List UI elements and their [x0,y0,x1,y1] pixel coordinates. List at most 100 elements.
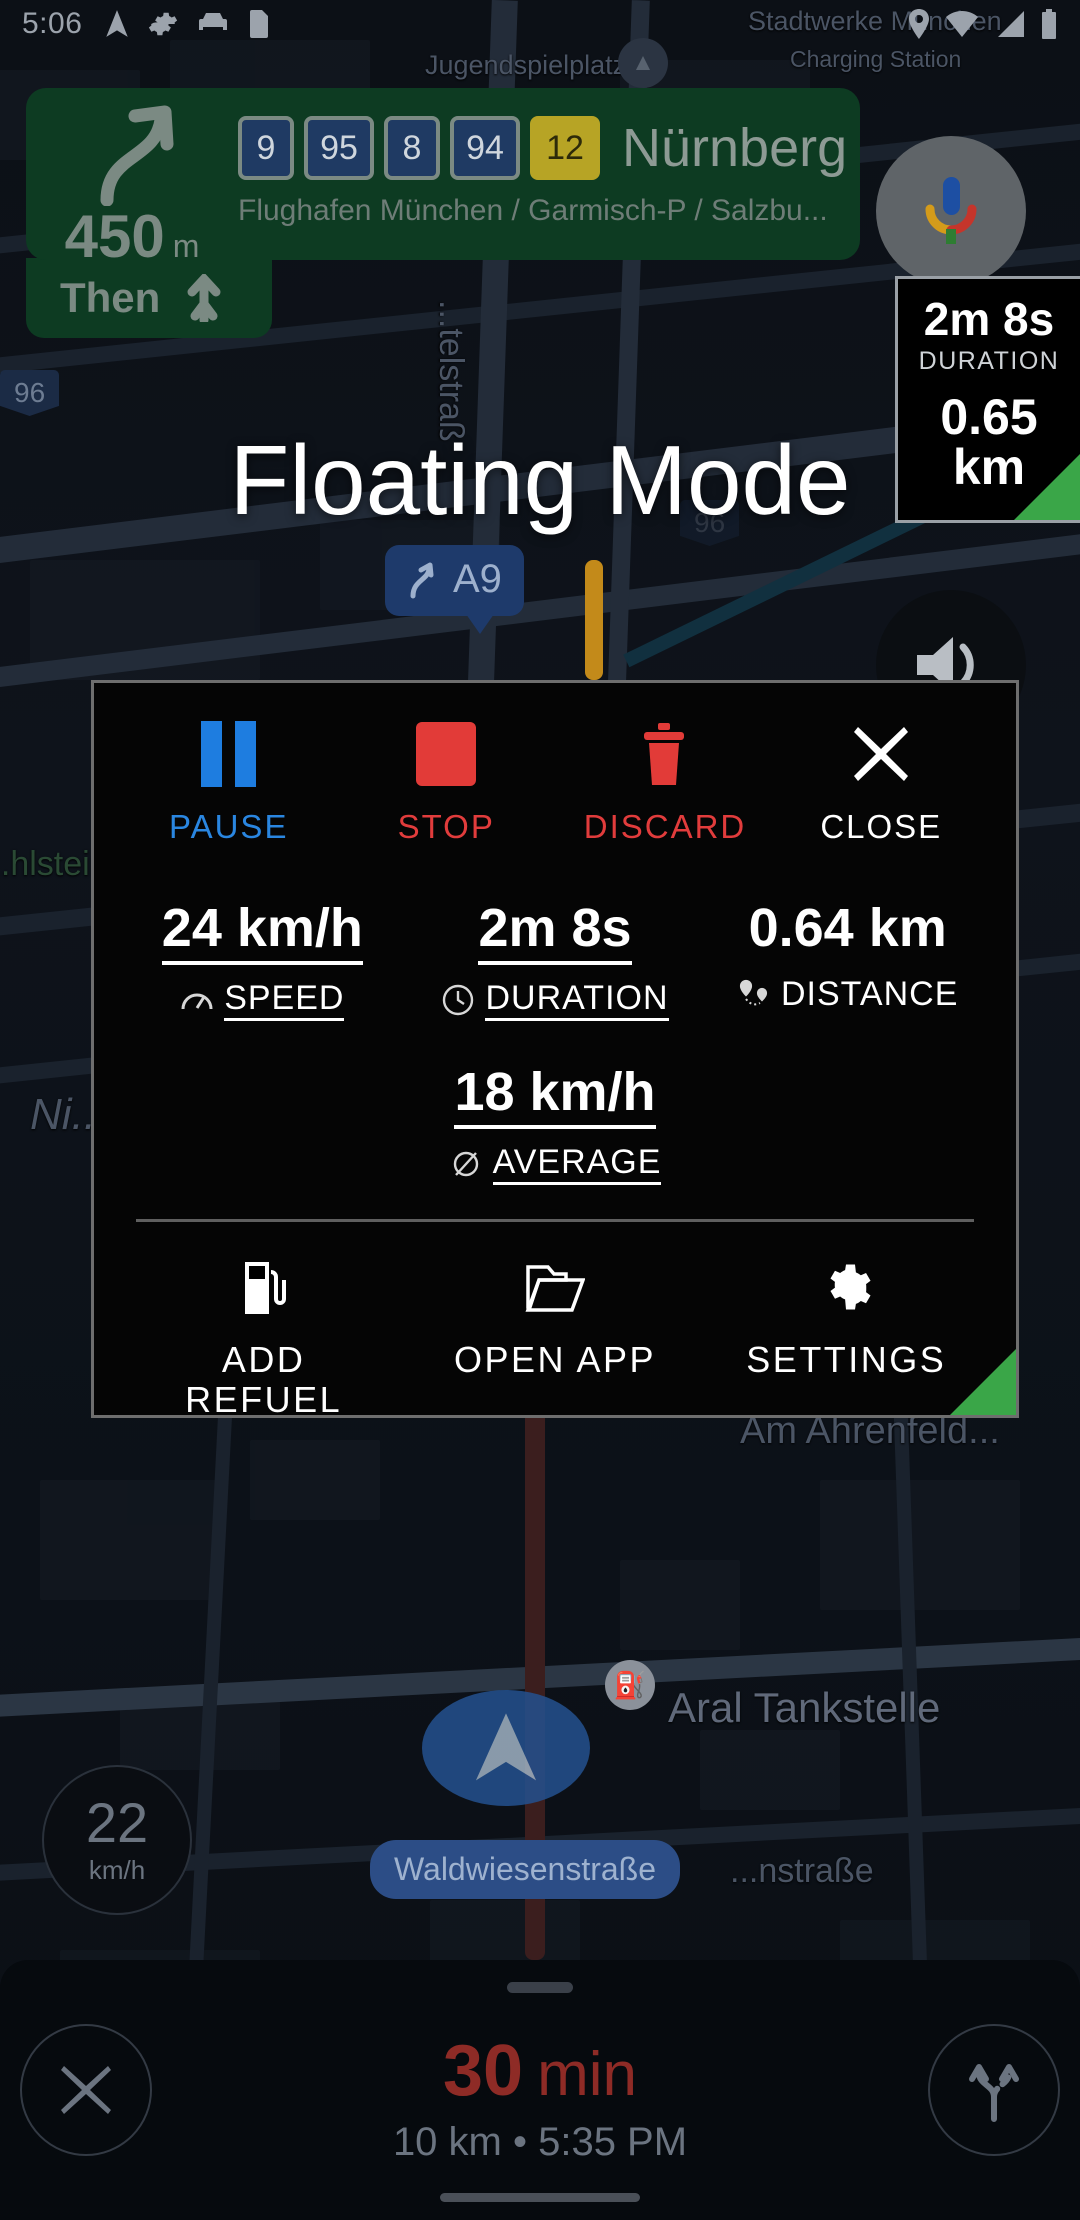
stat-distance: 0.64 km DISTANCE [701,897,994,1021]
then-label: Then [60,274,161,321]
route-path-upper [585,560,603,680]
phone-screen: 96 96 A9 Jugendspielplatz ▲ Stadtwerke M… [0,0,1080,2220]
settings-label: SETTINGS [746,1338,947,1380]
status-bar-clock: 5:06 [22,7,83,40]
stat-average: 18 km/h AVERAGE [94,1061,1016,1185]
fuel-pump-icon [242,1256,286,1318]
distance-value: 450 [64,203,165,270]
speed-label: SPEED [224,979,345,1021]
dialog-recording-corner [950,1349,1016,1415]
wifi-icon [946,11,978,37]
gear-icon [149,12,178,36]
signal-icon [998,11,1024,37]
open-app-button[interactable]: OPEN APP [409,1256,700,1415]
navigation-arrow-icon [106,10,129,37]
widget-duration-value: 2m 8s [923,293,1055,345]
status-bar-right-icons [908,9,1058,39]
vehicle-position-marker [422,1690,590,1806]
system-navigation-pill[interactable] [440,2193,640,2202]
gear-icon [819,1256,873,1318]
speedometer-icon [180,983,214,1017]
settings-button[interactable]: SETTINGS [701,1256,992,1415]
eta-unit: min [537,2039,637,2109]
map-label-aral: Aral Tankstelle [668,1684,941,1731]
car-icon [199,13,228,30]
pause-button-label: PAUSE [169,808,289,845]
map-label-jugendspielplatz: Jugendspielplatz [425,50,627,80]
pause-button[interactable]: PAUSE [120,721,338,845]
sub-destination: Flughafen München / Garmisch-P / Salzbu.… [238,194,828,227]
route-shield-exit: 12 [530,116,600,180]
navigation-banner[interactable]: 450 m 9 95 8 94 12 Nürnberg Flughafen Mü… [26,88,860,270]
exit-navigation-button[interactable] [20,2024,152,2156]
sd-card-icon [250,10,269,38]
assistant-mic-icon [925,177,977,244]
sheet-grabber[interactable] [507,1982,573,1993]
dialog-action-row: PAUSE STOP DISCARD CLOSE [94,683,1016,845]
eta-block[interactable]: 30 min 10 km • 5:35 PM [152,2016,928,2165]
close-button-label: CLOSE [820,808,943,845]
clock-icon [441,983,475,1017]
destination-block: 9 95 8 94 12 Nürnberg Flughafen München … [238,102,860,228]
current-speed-unit: km/h [88,1854,146,1885]
current-speed-badge: 22 km/h [42,1765,192,1915]
turn-right-merge-icon [100,105,174,206]
map-label-telstrass: ...telstraß [432,300,470,442]
stop-button-label: STOP [397,808,495,845]
stop-icon [416,721,477,787]
navigation-bottom-sheet[interactable]: 30 min 10 km • 5:35 PM [0,1960,1080,2220]
speed-value: 24 km/h [161,897,363,965]
alternate-routes-icon [969,2064,1019,2122]
route-shield: 9 [238,116,294,180]
location-pin-icon [909,9,929,39]
open-app-label: OPEN APP [453,1338,657,1380]
distance-value: 0.64 km [748,897,947,958]
alternate-routes-button[interactable] [928,2024,1060,2156]
maneuver-block: 450 m [26,102,238,271]
discard-button-label: DISCARD [583,808,747,845]
street-name-label: Waldwiesenstraße [370,1840,681,1899]
eta-minutes: 30 [443,2030,524,2111]
widget-duration-label: DURATION [918,347,1060,376]
route-shield: 8 [384,116,440,180]
duration-value: 2m 8s [478,897,632,965]
distance-unit: m [172,228,200,264]
route-shields: 9 95 8 94 12 Nürnberg [238,116,860,180]
widget-recording-corner [1014,454,1080,520]
folder-icon [525,1256,585,1318]
floating-trip-widget[interactable]: 2m 8s DURATION 0.65 km [895,276,1080,523]
discard-button[interactable]: DISCARD [555,721,773,845]
map-label-charging-station: Charging Station [790,46,962,72]
map-label-nstr: ...nstraße [730,1852,874,1890]
route-pins-icon [737,977,771,1011]
eta-subtitle: 10 km • 5:35 PM [392,2119,688,2164]
assistant-mic-button[interactable] [876,136,1026,286]
status-bar-left-icons [104,9,270,39]
status-bar: 5:06 [0,0,1080,48]
add-refuel-label: ADD REFUEL [185,1338,343,1418]
stat-duration: 2m 8s DURATION [409,897,702,1021]
trash-icon [638,721,690,787]
diameter-icon [449,1147,483,1181]
average-value: 18 km/h [454,1061,656,1129]
add-refuel-button[interactable]: ADD REFUEL [118,1256,409,1418]
navigation-chevron-icon [475,1713,537,1781]
close-icon [850,721,912,787]
a9-label: A9 [453,557,502,601]
continue-straight-icon [187,274,221,322]
close-button[interactable]: CLOSE [773,721,991,845]
current-speed-value: 22 [85,1790,149,1854]
close-icon [61,2066,111,2114]
pause-icon [201,721,257,787]
destination-name: Nürnberg [622,118,848,178]
battery-icon [1042,9,1056,39]
average-label: AVERAGE [492,1143,662,1185]
trip-control-dialog: PAUSE STOP DISCARD CLOSE 24 km/h SPEED 2… [91,680,1019,1418]
trip-stats-row: 24 km/h SPEED 2m 8s DURATION 0.64 km DIS… [94,897,1016,1021]
fuel-poi-icon[interactable]: ⛽ [605,1660,655,1710]
a9-exit-bubble[interactable]: A9 [385,545,524,634]
route-shield: 95 [304,116,374,180]
stop-button[interactable]: STOP [338,721,556,845]
distance-label: DISTANCE [780,974,959,1013]
duration-label: DURATION [485,979,669,1021]
